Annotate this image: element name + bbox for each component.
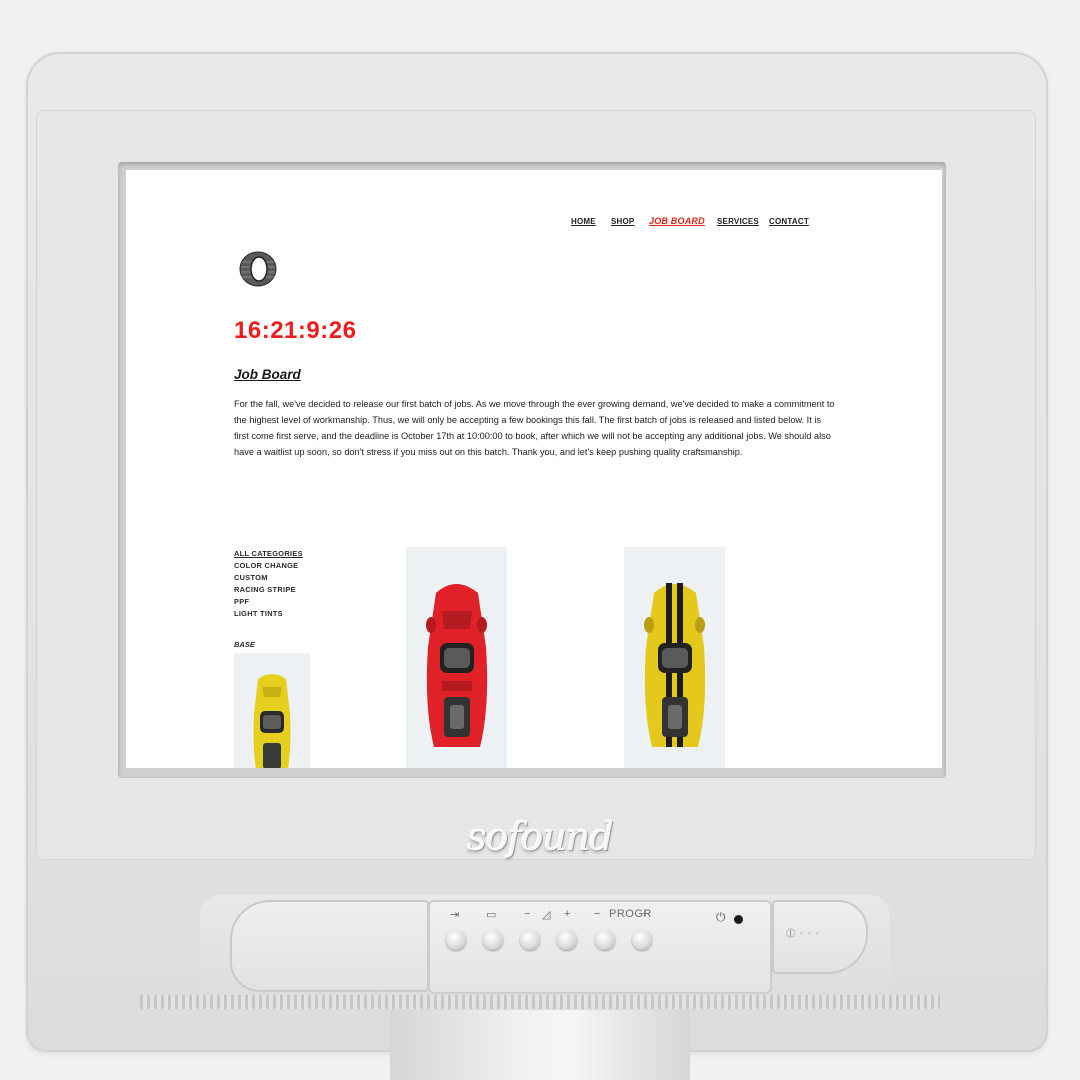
av-mode-icon: ▭ (486, 909, 497, 921)
program-minus-label: − (594, 908, 601, 920)
yellow-car-image (234, 653, 310, 768)
power-icon: ⏻ (716, 910, 726, 924)
vent-grille (140, 995, 940, 1009)
indicator-icon: ⦶ · · · (786, 925, 820, 940)
nav-contact[interactable]: CONTACT (769, 217, 809, 226)
program-plus-label: + (642, 908, 649, 920)
nav-job-board[interactable]: JOB BOARD (649, 216, 705, 226)
countdown-timer: 16:21:9:26 (234, 317, 357, 344)
category-filter: ALL CATEGORIES COLOR CHANGE CUSTOM RACIN… (234, 548, 303, 619)
tire-logo-icon[interactable] (237, 248, 279, 290)
input-button[interactable] (446, 930, 466, 950)
monitor-stand (390, 1010, 690, 1080)
volume-plus-label: + (564, 908, 571, 920)
av-button[interactable] (483, 930, 503, 950)
yellow-striped-car-image (624, 547, 725, 768)
screen: HOME SHOP JOB BOARD SERVICES CONTACT 16:… (126, 170, 942, 768)
volume-icon: ◿ (542, 909, 551, 921)
nav-home[interactable]: HOME (571, 217, 596, 226)
category-custom[interactable]: CUSTOM (234, 572, 303, 584)
program-down-button[interactable] (595, 930, 615, 950)
nav-shop[interactable]: SHOP (611, 217, 634, 226)
input-source-icon: ⇥ (450, 909, 460, 921)
category-light-tints[interactable]: LIGHT TINTS (234, 608, 303, 620)
category-racing-stripe[interactable]: RACING STRIPE (234, 584, 303, 596)
base-label: BASE (234, 640, 255, 649)
nav-services[interactable]: SERVICES (717, 217, 759, 226)
job-card-red[interactable] (406, 547, 507, 768)
category-all[interactable]: ALL CATEGORIES (234, 548, 303, 560)
left-speaker-pod (230, 900, 429, 992)
job-card-yellow-striped[interactable] (624, 547, 725, 768)
power-led[interactable] (734, 915, 743, 924)
volume-down-button[interactable] (520, 930, 540, 950)
red-car-image (406, 547, 507, 768)
job-card-yellow[interactable] (234, 653, 310, 768)
page-title: Job Board (234, 367, 301, 382)
intro-paragraph: For the fall, we've decided to release o… (234, 399, 835, 457)
category-ppf[interactable]: PPF (234, 596, 303, 608)
volume-minus-label: − (524, 908, 531, 920)
program-up-button[interactable] (632, 930, 652, 950)
brand-logo: sofound (467, 815, 614, 859)
category-color-change[interactable]: COLOR CHANGE (234, 560, 303, 572)
volume-up-button[interactable] (557, 930, 577, 950)
